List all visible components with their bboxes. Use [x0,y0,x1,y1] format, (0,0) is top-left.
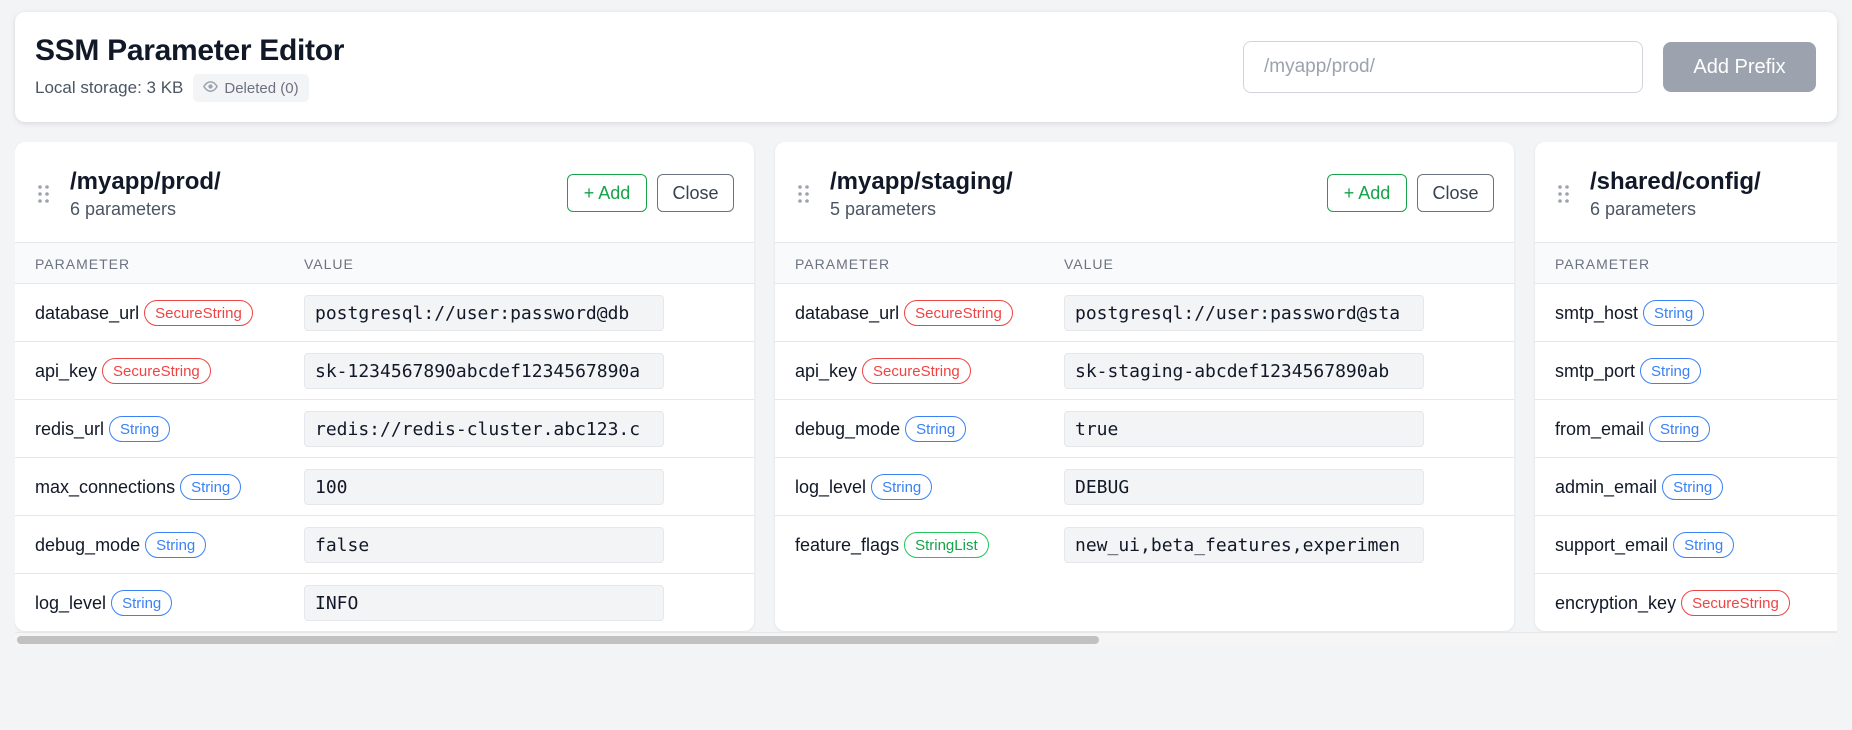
parameter-name: log_level [35,592,107,613]
storage-usage: Local storage: 3 KB [35,78,184,97]
app-header: SSM Parameter Editor Local storage: 3 KB… [15,12,1837,122]
parameter-count: 6 parameters [1590,199,1697,219]
table-row: max_connections String [15,458,754,516]
type-badge: String [1640,358,1702,384]
parameter-name: max_connections [35,476,176,497]
type-badge: String [1673,532,1735,558]
parameter-value-input[interactable] [304,585,664,621]
table-header: PARAMETER [1535,242,1837,284]
type-badge: SecureString [862,358,971,384]
parameter-name: redis_url [35,418,105,439]
parameter-name: api_key [795,360,858,381]
parameter-value-input[interactable] [1064,353,1424,389]
type-badge: String [905,416,967,442]
table-row: admin_email String [1535,458,1837,516]
panel-title: /myapp/prod/ [70,168,221,195]
table-row: api_key SecureString [775,342,1514,400]
close-panel-button[interactable]: Close [1417,174,1494,212]
type-badge: SecureString [102,358,211,384]
parameter-name: encryption_key [1555,592,1677,613]
type-badge: String [111,590,173,616]
parameter-name: api_key [35,360,98,381]
parameter-count: 6 parameters [70,199,177,219]
panels-board: /myapp/prod/ 6 parameters + Add Close PA… [15,142,1837,632]
add-parameter-button[interactable]: + Add [1327,174,1407,212]
add-parameter-button[interactable]: + Add [567,174,647,212]
show-deleted-button[interactable]: Deleted (0) [193,74,309,102]
table-row: smtp_host String [1535,284,1837,342]
close-panel-button[interactable]: Close [657,174,734,212]
prefix-input[interactable] [1243,41,1643,93]
table-row: redis_url String [15,400,754,458]
parameter-value-input[interactable] [304,411,664,447]
type-badge: SecureString [904,300,1013,326]
type-badge: StringList [904,532,989,558]
deleted-label: Deleted (0) [224,79,299,97]
column-header-value: VALUE [304,256,354,272]
table-row: api_key SecureString [15,342,754,400]
type-badge: String [180,474,242,500]
parameter-value-input[interactable] [1064,469,1424,505]
table-row: encryption_key SecureString [1535,574,1837,631]
meta-row: Local storage: 3 KB Deleted (0) [35,74,309,102]
parameter-value-input[interactable] [1064,411,1424,447]
table-row: database_url SecureString [15,284,754,342]
parameter-name: support_email [1555,534,1669,555]
table-row: from_email String [1535,400,1837,458]
column-header-value: VALUE [1064,256,1114,272]
eye-icon [203,79,219,98]
parameter-name: from_email [1555,418,1645,439]
parameter-name: debug_mode [35,534,141,555]
table-row: debug_mode String [775,400,1514,458]
type-badge: String [871,474,933,500]
type-badge: String [1662,474,1724,500]
prefix-panel: /shared/config/ 6 parameters PARAMETER s… [1535,142,1837,631]
parameter-name: debug_mode [795,418,901,439]
prefix-panel: /myapp/prod/ 6 parameters + Add Close PA… [15,142,754,631]
panel-title: /shared/config/ [1590,168,1761,195]
column-header-parameter: PARAMETER [1555,256,1651,272]
parameter-value-input[interactable] [304,353,664,389]
table-row: database_url SecureString [775,284,1514,342]
panel-title: /myapp/staging/ [830,168,1013,195]
table-row: smtp_port String [1535,342,1837,400]
type-badge: SecureString [144,300,253,326]
prefix-panel: /myapp/staging/ 5 parameters + Add Close… [775,142,1514,631]
table-header: PARAMETER VALUE [15,242,754,284]
type-badge: SecureString [1681,590,1790,616]
parameter-count: 5 parameters [830,199,937,219]
column-header-parameter: PARAMETER [35,256,131,272]
drag-handle-icon[interactable] [797,184,811,204]
parameter-name: log_level [795,476,867,497]
parameter-value-input[interactable] [1064,527,1424,563]
table-row: log_level String [15,574,754,631]
parameter-value-input[interactable] [304,295,664,331]
app-title: SSM Parameter Editor [35,34,345,67]
parameter-name: smtp_host [1555,302,1639,323]
parameter-name: database_url [35,302,140,323]
parameter-value-input[interactable] [304,527,664,563]
table-row: support_email String [1535,516,1837,574]
parameter-name: admin_email [1555,476,1658,497]
horizontal-scrollbar[interactable] [15,632,1837,646]
type-badge: String [1643,300,1705,326]
table-row: feature_flags StringList [775,516,1514,574]
drag-handle-icon[interactable] [1557,184,1571,204]
type-badge: String [145,532,207,558]
table-header: PARAMETER VALUE [775,242,1514,284]
parameter-name: database_url [795,302,900,323]
type-badge: String [1649,416,1711,442]
scrollbar-thumb[interactable] [17,636,1099,644]
type-badge: String [109,416,171,442]
table-row: log_level String [775,458,1514,516]
column-header-parameter: PARAMETER [795,256,891,272]
parameter-name: smtp_port [1555,360,1636,381]
parameter-value-input[interactable] [304,469,664,505]
drag-handle-icon[interactable] [37,184,51,204]
parameter-name: feature_flags [795,534,900,555]
add-prefix-button[interactable]: Add Prefix [1663,42,1816,92]
parameter-value-input[interactable] [1064,295,1424,331]
table-row: debug_mode String [15,516,754,574]
